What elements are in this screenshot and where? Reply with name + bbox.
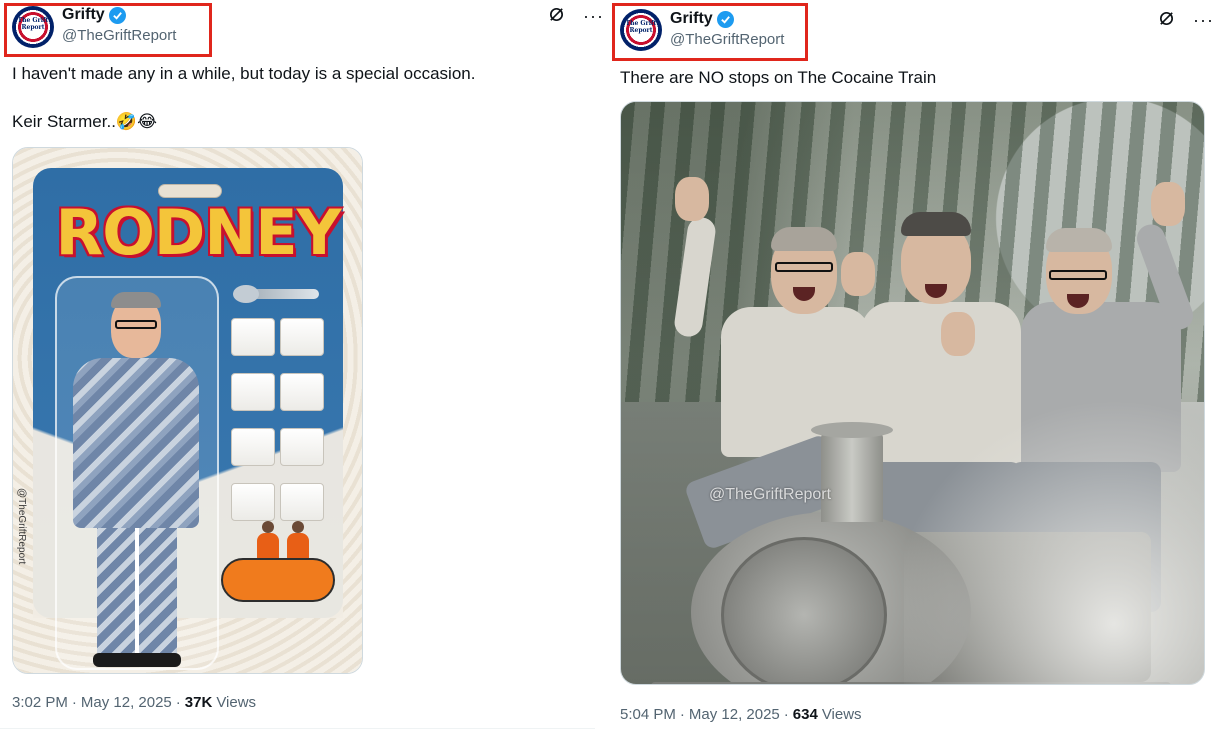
- tweet-date[interactable]: May 12, 2025: [81, 694, 172, 711]
- tweet-image[interactable]: RODNEY @TheGriftReport: [12, 147, 363, 674]
- image-watermark: @TheGriftReport: [709, 486, 832, 503]
- handle[interactable]: @TheGriftReport: [62, 27, 176, 44]
- dinghy-accessory: [221, 558, 335, 602]
- grok-icon[interactable]: [1158, 10, 1175, 30]
- views-count: 37K: [184, 694, 213, 711]
- meta-separator: ·: [783, 706, 789, 723]
- tweet-time[interactable]: 5:04 PM: [620, 706, 676, 723]
- powder-bag: [231, 428, 275, 466]
- figure-shoes: [93, 653, 181, 667]
- meta-separator: ·: [175, 694, 181, 711]
- meta-separator: ·: [679, 706, 685, 723]
- figure-legs: [97, 518, 177, 663]
- tweet-image[interactable]: @TheGriftReport: [620, 101, 1205, 685]
- more-icon[interactable]: ···: [1193, 11, 1214, 29]
- views-label: Views: [216, 694, 257, 711]
- figure-body: [73, 358, 199, 528]
- image-watermark: @TheGriftReport: [16, 488, 27, 565]
- tweet-text: I haven't made any in a while, but today…: [12, 64, 476, 131]
- powder-bag: [280, 483, 324, 521]
- views-label: Views: [821, 706, 862, 723]
- verified-badge-icon: [716, 10, 734, 28]
- tweet-time[interactable]: 3:02 PM: [12, 694, 68, 711]
- package-title: RODNEY: [55, 196, 341, 269]
- tweet-1: The Grift Report Grifty @TheGriftReport …: [0, 0, 603, 735]
- tweet-meta: 3:02 PM · May 12, 2025 · 37K Views: [12, 694, 256, 711]
- powder-bag: [280, 428, 324, 466]
- spoon-accessory: [233, 285, 319, 303]
- tweet-actions: ···: [548, 6, 604, 26]
- smoke: [904, 384, 1204, 684]
- tweet-2: The Grift Report Grifty @TheGriftReport …: [608, 0, 1220, 735]
- grok-icon[interactable]: [548, 6, 565, 26]
- display-name[interactable]: Grifty: [670, 10, 713, 28]
- tweet-meta: 5:04 PM · May 12, 2025 · 634 Views: [620, 706, 862, 723]
- avatar-text: The Grift Report: [17, 17, 49, 31]
- author-name-row[interactable]: Grifty: [670, 10, 734, 28]
- more-icon[interactable]: ···: [583, 7, 604, 25]
- verified-badge-icon: [108, 6, 126, 24]
- powder-bag: [231, 318, 275, 356]
- handle[interactable]: @TheGriftReport: [670, 31, 784, 48]
- avatar[interactable]: The Grift Report: [12, 6, 54, 48]
- powder-bag: [280, 318, 324, 356]
- views-count: 634: [792, 706, 818, 723]
- powder-bag: [231, 483, 275, 521]
- tweet-date[interactable]: May 12, 2025: [689, 706, 780, 723]
- avatar-text: The Grift Report: [625, 20, 657, 34]
- tweet-text: There are NO stops on The Cocaine Train: [620, 68, 937, 87]
- tweet-actions: ···: [1158, 10, 1214, 30]
- powder-bag: [280, 373, 324, 411]
- powder-bag: [231, 373, 275, 411]
- figure-glasses: [115, 320, 157, 329]
- divider: [0, 728, 595, 729]
- avatar[interactable]: The Grift Report: [620, 9, 662, 51]
- meta-separator: ·: [71, 694, 77, 711]
- figure-hair: [111, 292, 161, 308]
- author-name-row[interactable]: Grifty: [62, 6, 126, 24]
- display-name[interactable]: Grifty: [62, 6, 105, 24]
